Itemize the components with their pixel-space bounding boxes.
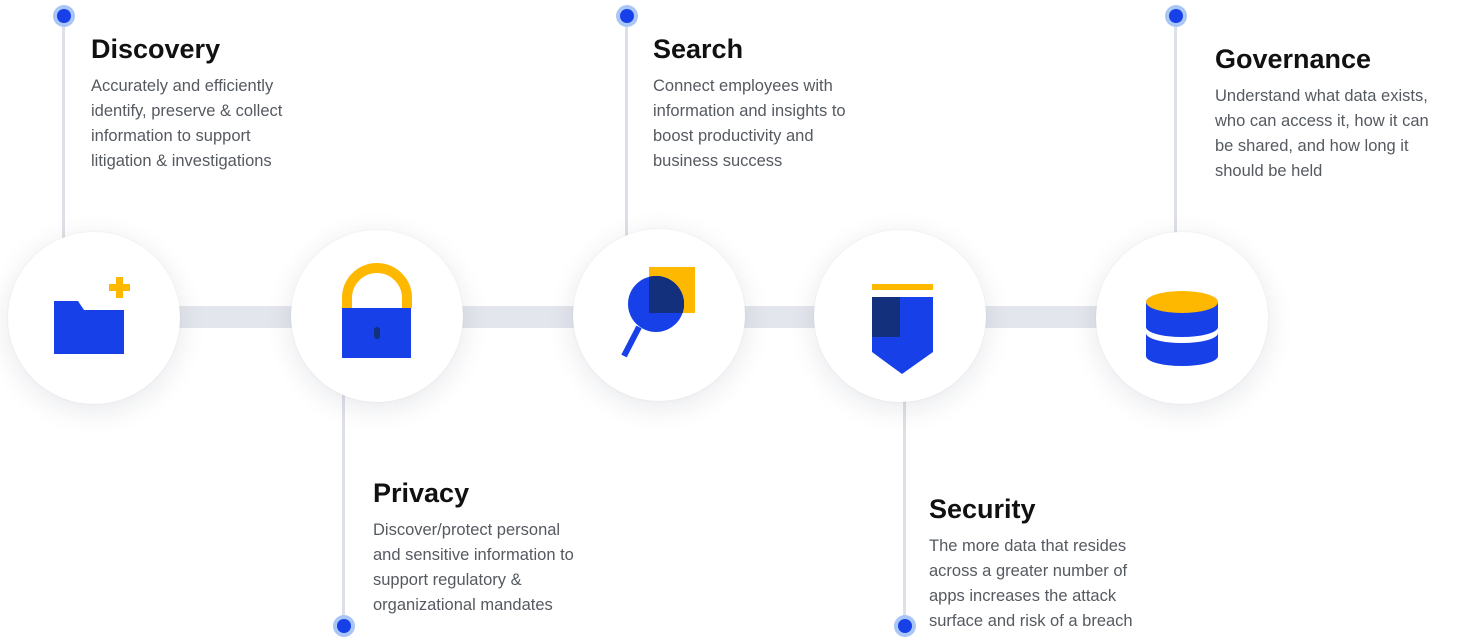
marker-dot-governance: [1169, 9, 1183, 23]
connector-line: [735, 306, 825, 328]
shield-icon: [872, 284, 933, 374]
discovery-title: Discovery: [91, 34, 221, 64]
stem-search: [625, 14, 628, 248]
search-description: Connect employees with information and i…: [653, 77, 846, 170]
privacy-text: Privacy Discover/protect personal and se…: [373, 476, 673, 618]
search-node: [573, 229, 745, 401]
connector-line: [976, 306, 1108, 328]
connector-line: [452, 306, 582, 328]
search-text: Search Connect employees with informatio…: [653, 32, 953, 174]
governance-description: Understand what data exists, who can acc…: [1215, 87, 1429, 180]
marker-dot-security: [898, 619, 912, 633]
governance-title: Governance: [1215, 44, 1372, 74]
security-title: Security: [929, 494, 1036, 524]
privacy-description: Discover/protect personal and sensitive …: [373, 521, 574, 614]
security-text: Security The more data that resides acro…: [929, 492, 1229, 634]
discovery-node: [8, 232, 180, 404]
discovery-description: Accurately and efficiently identify, pre…: [91, 77, 283, 170]
connector-line: [170, 306, 300, 328]
privacy-title: Privacy: [373, 478, 470, 508]
database-icon: [1146, 291, 1218, 366]
padlock-icon: [342, 263, 412, 358]
stem-security: [903, 395, 906, 624]
search-title: Search: [653, 34, 744, 64]
governance-text: Governance Understand what data exists, …: [1215, 42, 1470, 184]
privacy-node: [291, 230, 463, 402]
marker-dot-discovery: [57, 9, 71, 23]
stem-privacy: [342, 392, 345, 624]
folder-plus-icon: [54, 277, 130, 354]
stem-discovery: [62, 14, 65, 248]
marker-dot-privacy: [337, 619, 351, 633]
governance-node: [1096, 232, 1268, 404]
security-node: [814, 230, 986, 402]
magnifier-icon: [621, 267, 695, 358]
stem-governance: [1174, 14, 1177, 248]
marker-dot-search: [620, 9, 634, 23]
security-description: The more data that resides across a grea…: [929, 537, 1133, 630]
discovery-text: Discovery Accurately and efficiently ide…: [91, 32, 391, 174]
